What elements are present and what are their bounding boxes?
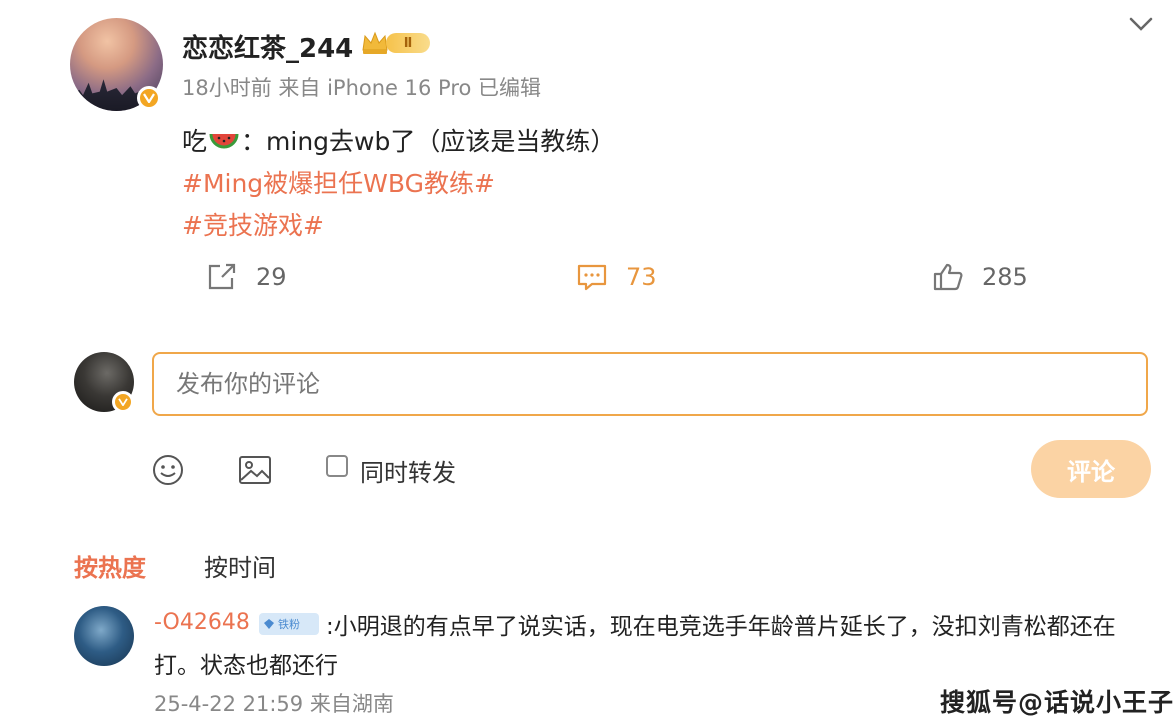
post-text-body: ：ming去wb了（应该是当教练） <box>241 127 616 156</box>
like-button[interactable]: 285 <box>932 262 1028 292</box>
image-upload-button[interactable] <box>238 454 272 490</box>
repost-count: 29 <box>256 263 287 291</box>
emoji-button[interactable] <box>152 454 184 490</box>
fan-badge-label: 铁粉 <box>278 618 300 631</box>
post-text: 吃 ：ming去wb了（应该是当教练） <box>182 122 615 160</box>
thumbs-up-icon <box>933 263 963 291</box>
comment-author-name[interactable]: -O42648 <box>154 610 250 635</box>
repost-button[interactable]: 29 <box>206 262 287 292</box>
like-count: 285 <box>982 263 1028 291</box>
submit-comment-button[interactable]: 评论 <box>1031 440 1151 498</box>
comment-icon <box>577 264 607 291</box>
emoji-icon <box>153 455 183 485</box>
verified-badge-icon <box>137 86 161 110</box>
vip-level: Ⅱ <box>386 33 430 53</box>
repost-icon <box>208 263 236 290</box>
repost-checkbox[interactable] <box>326 455 348 477</box>
comment-text-continued: 打。状态也都还行 <box>154 653 338 679</box>
comment-input[interactable] <box>152 352 1148 416</box>
watermark: 搜狐号@话说小王子 <box>940 688 1175 717</box>
hashtag-link[interactable]: #竞技游戏# <box>182 206 324 242</box>
comment-author-avatar[interactable] <box>74 606 134 666</box>
post-author-name[interactable]: 恋恋红茶_244 <box>182 28 353 65</box>
diamond-icon <box>264 619 274 629</box>
comment-meta: 25-4-22 21:59 来自湖南 <box>154 692 394 716</box>
sort-tab-hot[interactable]: 按热度 <box>74 548 146 583</box>
fan-badge: 铁粉 <box>259 613 319 635</box>
comment-button[interactable]: 73 <box>576 262 657 292</box>
comment-count: 73 <box>626 263 657 291</box>
watermelon-icon <box>209 128 239 160</box>
vip-badge: Ⅱ <box>360 30 430 56</box>
repost-checkbox-label[interactable]: 同时转发 <box>360 453 456 488</box>
sort-tab-time[interactable]: 按时间 <box>204 548 276 583</box>
hashtag-link[interactable]: #Ming被爆担任WBG教练# <box>182 164 495 200</box>
post-text-prefix: 吃 <box>182 127 208 156</box>
comment-text: :小明退的有点早了说实话，现在电竞选手年龄普片延长了，没扣刘青松都还在 <box>326 614 1116 640</box>
more-options-chevron-icon[interactable] <box>1128 14 1154 38</box>
image-icon <box>239 456 271 484</box>
verified-badge-icon <box>112 391 134 413</box>
post-meta: 18小时前 来自 iPhone 16 Pro 已编辑 <box>182 76 542 100</box>
